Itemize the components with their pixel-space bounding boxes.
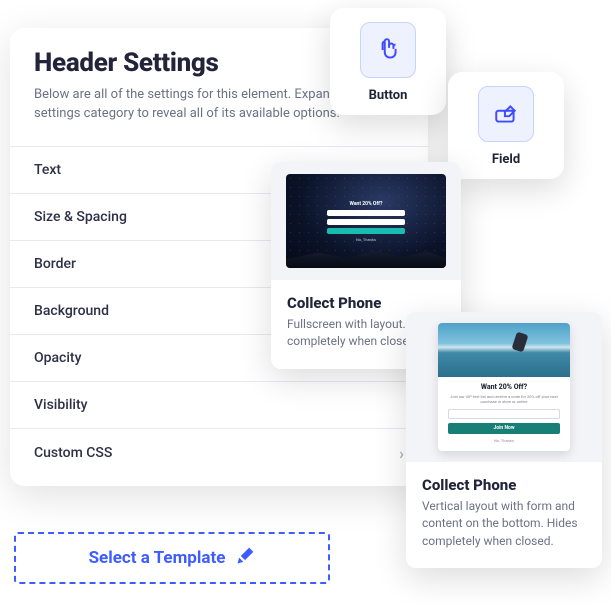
thumbnail-headline: Want 20% Off? (481, 383, 527, 391)
thumbnail-submit: Join Now (448, 423, 560, 434)
category-label: Background (34, 303, 109, 319)
element-button-label: Button (369, 88, 408, 103)
thumbnail-popup-preview: Want 20% Off? Join our VIP text list and… (438, 323, 570, 451)
thumbnail-headline: Want 20% Off? (350, 201, 383, 207)
category-custom-css[interactable]: Custom CSS › (10, 428, 428, 478)
template-title: Collect Phone (422, 476, 586, 494)
category-label: Border (34, 256, 76, 272)
pointer-icon (360, 22, 416, 78)
edit-field-icon (478, 86, 534, 142)
thumbnail-input (448, 409, 560, 419)
thumbnail-input (327, 219, 405, 225)
select-template-label: Select a Template (89, 548, 226, 568)
template-description: Vertical layout with form and content on… (422, 498, 586, 550)
template-meta: Collect Phone Vertical layout with form … (406, 462, 602, 568)
thumbnail-hero-image (438, 323, 570, 377)
template-title: Collect Phone (287, 294, 445, 312)
design-tools-icon (235, 546, 255, 571)
thumbnail-fullscreen-preview: Want 20% Off? No, Thanks (286, 174, 446, 268)
template-thumbnail: Want 20% Off? No, Thanks (271, 162, 461, 280)
thumbnail-input (327, 210, 405, 216)
category-label: Custom CSS (34, 445, 112, 461)
thumbnail-submit (327, 228, 405, 234)
category-label: Opacity (34, 350, 81, 366)
element-field-chip[interactable]: Field (448, 72, 564, 179)
thumbnail-body: Want 20% Off? Join our VIP text list and… (438, 377, 570, 451)
chevron-right-icon: › (399, 444, 404, 463)
template-card-vertical[interactable]: Want 20% Off? Join our VIP text list and… (406, 312, 602, 568)
thumbnail-decline-link: No, Thanks (356, 237, 376, 242)
element-field-label: Field (492, 152, 520, 167)
category-label: Text (34, 162, 61, 178)
template-thumbnail: Want 20% Off? Join our VIP text list and… (406, 312, 602, 462)
category-label: Size & Spacing (34, 209, 127, 225)
select-template-button[interactable]: Select a Template (14, 532, 330, 584)
category-label: Visibility (34, 397, 87, 413)
element-button-chip[interactable]: Button (330, 8, 446, 115)
category-visibility[interactable]: Visibility (10, 381, 428, 428)
thumbnail-decline-link: No, Thanks (494, 438, 514, 443)
thumbnail-form: Want 20% Off? No, Thanks (321, 201, 411, 242)
thumbnail-subtext: Join our VIP text list and receive a cod… (448, 395, 560, 405)
